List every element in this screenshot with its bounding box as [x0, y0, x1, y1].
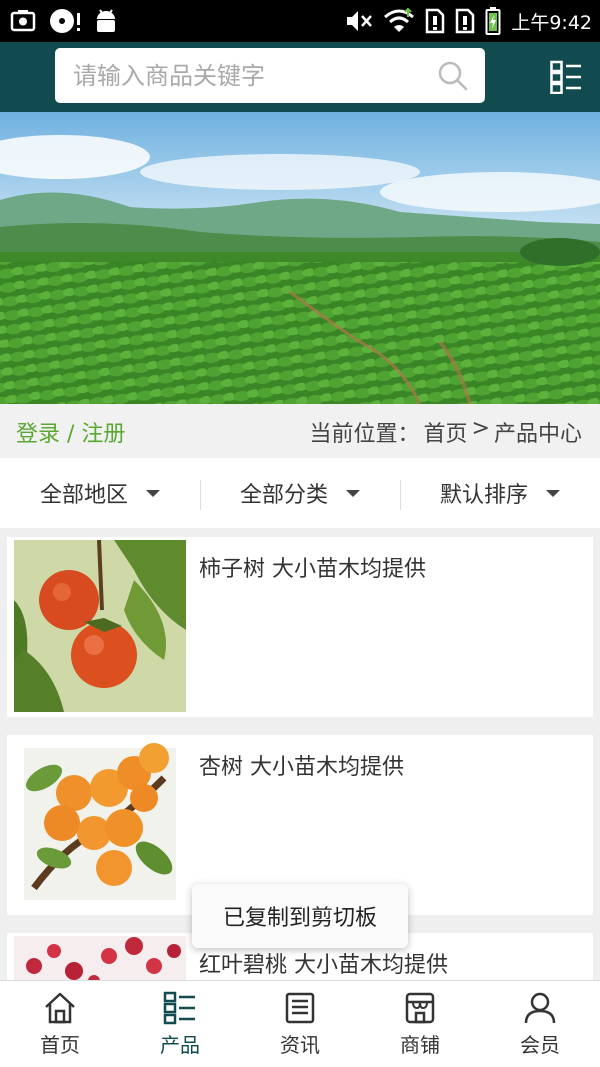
status-time: 上午9:42 [511, 11, 592, 34]
sim1-icon [426, 8, 445, 34]
search-input[interactable] [73, 48, 433, 103]
filter-category[interactable]: 全部分类 [200, 458, 400, 528]
filter-bar: 全部地区 全部分类 默认排序 [0, 458, 600, 528]
product-title: 杏树 大小苗木均提供 [199, 755, 404, 780]
toast-message: 已复制到剪切板 [192, 884, 408, 948]
wifi-icon [384, 8, 415, 32]
list-item[interactable]: 柿子树 大小苗木均提供 [7, 537, 593, 717]
product-title: 柿子树 大小苗木均提供 [199, 557, 426, 582]
tab-member-label: 会员 [520, 1033, 560, 1057]
tab-products-label: 产品 [160, 1033, 200, 1057]
tab-shop[interactable]: 商铺 [360, 981, 480, 1067]
tab-shop-label: 商铺 [400, 1033, 440, 1057]
member-icon [524, 992, 556, 1024]
login-register-link[interactable]: 登录 / 注册 [16, 416, 125, 448]
tab-news[interactable]: 资讯 [240, 981, 360, 1067]
screenshot-icon [10, 10, 36, 32]
filter-category-label: 全部分类 [239, 483, 328, 508]
tab-member[interactable]: 会员 [480, 981, 600, 1067]
product-list-icon [163, 991, 195, 1025]
search-box[interactable] [55, 48, 485, 103]
apricot-photo [14, 738, 186, 910]
breadcrumb-prefix: 当前位置： [309, 422, 420, 447]
filter-sort[interactable]: 默认排序 [400, 458, 600, 528]
news-icon [285, 992, 315, 1024]
tab-products[interactable]: 产品 [120, 981, 240, 1067]
caret-down-icon [146, 489, 160, 497]
mute-icon [347, 11, 373, 31]
shop-icon [405, 992, 435, 1024]
status-bar: 上午9:42 [0, 0, 600, 42]
persimmon-photo [14, 540, 186, 712]
banner-image[interactable] [0, 112, 600, 404]
filter-region-label: 全部地区 [39, 483, 128, 508]
breadcrumb-current: 产品中心 [493, 422, 582, 447]
caret-down-icon [346, 489, 360, 497]
home-icon [45, 992, 75, 1024]
sim2-icon [456, 8, 475, 34]
disc-icon [50, 9, 80, 33]
search-icon[interactable] [437, 60, 469, 92]
breadcrumb: 当前位置： 首页 > 产品中心 [310, 416, 582, 448]
breadcrumb-separator: > [471, 416, 490, 441]
top-bar [0, 42, 600, 112]
peach-blossom-photo [14, 936, 186, 980]
bottom-tab-bar: 首页 产品 资讯 商铺 会员 [0, 980, 600, 1067]
caret-down-icon [546, 489, 560, 497]
list-menu-icon[interactable] [550, 60, 582, 94]
breadcrumb-bar: 登录 / 注册 当前位置： 首页 > 产品中心 [0, 404, 600, 458]
product-title: 红叶碧桃 大小苗木均提供 [199, 953, 448, 978]
filter-region[interactable]: 全部地区 [0, 458, 200, 528]
tab-home[interactable]: 首页 [0, 981, 120, 1067]
filter-sort-label: 默认排序 [439, 483, 528, 508]
android-icon [97, 9, 115, 32]
tab-news-label: 资讯 [280, 1033, 320, 1057]
battery-icon [485, 7, 501, 35]
tab-home-label: 首页 [40, 1033, 80, 1057]
breadcrumb-home[interactable]: 首页 [424, 416, 468, 448]
